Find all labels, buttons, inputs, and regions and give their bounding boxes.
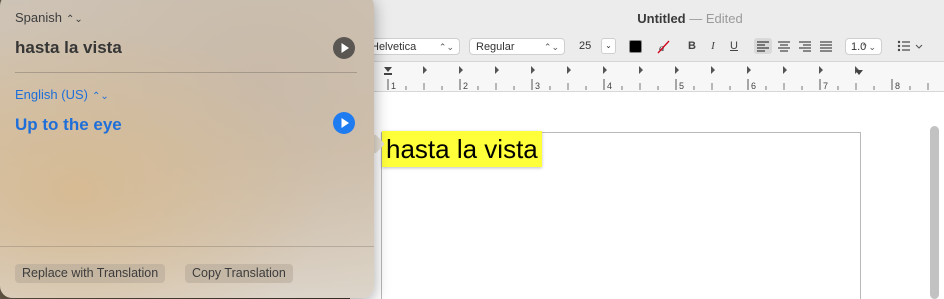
highlight-slash-icon: a bbox=[657, 40, 670, 54]
ruler-label: 8 bbox=[895, 81, 900, 91]
updown-chevron-icon: ⌃⌄ bbox=[65, 14, 83, 25]
translated-text: Up to the eye bbox=[15, 115, 122, 134]
target-language-select[interactable]: English (US) ⌃⌄ bbox=[15, 87, 109, 102]
list-bullets-button[interactable] bbox=[896, 38, 926, 55]
textedit-window: Untitled — Edited Helvetica ⌃⌄ Regular ⌃… bbox=[350, 0, 944, 299]
ruler-label: 2 bbox=[463, 81, 468, 91]
updown-chevron-icon: ⌃⌄ bbox=[860, 42, 876, 52]
font-style-value: Regular bbox=[476, 41, 515, 53]
bold-button[interactable]: B bbox=[685, 38, 699, 55]
divider bbox=[15, 72, 357, 73]
replace-with-translation-button[interactable]: Replace with Translation bbox=[15, 264, 166, 283]
updown-chevron-icon: ⌃⌄ bbox=[91, 91, 109, 102]
align-right-button[interactable] bbox=[796, 38, 814, 54]
tab-stop-marker bbox=[567, 66, 571, 74]
italic-button[interactable]: I bbox=[706, 38, 720, 55]
align-right-icon bbox=[799, 41, 811, 52]
left-indent-marker bbox=[384, 67, 392, 75]
tab-stop-marker bbox=[747, 66, 751, 74]
target-language-label: English (US) bbox=[15, 87, 88, 102]
document-name: Untitled bbox=[637, 11, 686, 26]
align-center-icon bbox=[778, 41, 790, 52]
source-language-label: Spanish bbox=[15, 10, 62, 25]
tab-stop-marker bbox=[783, 66, 787, 74]
ruler-label: 5 bbox=[679, 81, 684, 91]
font-size-field[interactable]: 25 ⌄ bbox=[574, 38, 617, 55]
line-spacing-select[interactable]: 1.0 ⌃⌄ bbox=[845, 38, 882, 55]
copy-translation-button[interactable]: Copy Translation bbox=[185, 264, 293, 283]
tab-stop-marker bbox=[531, 66, 535, 74]
play-icon bbox=[341, 118, 349, 128]
translation-popover: Spanish ⌃⌄ hasta la vista English (US) ⌃⌄ … bbox=[0, 0, 374, 298]
footer-divider bbox=[0, 246, 374, 247]
tab-stop-marker bbox=[495, 66, 499, 74]
align-left-icon bbox=[757, 41, 769, 52]
updown-chevron-icon: ⌃⌄ bbox=[543, 42, 559, 52]
align-justify-button[interactable] bbox=[817, 38, 835, 54]
font-family-select[interactable]: Helvetica ⌃⌄ bbox=[364, 38, 460, 55]
vertical-scrollbar[interactable] bbox=[930, 126, 939, 299]
ruler-scale: 1 2 3 4 5 6 7 8 bbox=[384, 66, 929, 91]
font-size-value: 25 bbox=[579, 40, 592, 52]
tab-stop-marker bbox=[603, 66, 607, 74]
play-source-button[interactable] bbox=[333, 37, 355, 59]
source-language-select[interactable]: Spanish ⌃⌄ bbox=[15, 10, 83, 25]
ruler-label: 3 bbox=[535, 81, 540, 91]
align-center-button[interactable] bbox=[775, 38, 793, 54]
desktop: Untitled — Edited Helvetica ⌃⌄ Regular ⌃… bbox=[0, 0, 944, 299]
document-status: Edited bbox=[705, 11, 743, 26]
font-family-value: Helvetica bbox=[371, 41, 417, 53]
underline-button[interactable]: U bbox=[727, 38, 741, 55]
chevron-down-icon[interactable]: ⌄ bbox=[601, 38, 616, 54]
source-text: hasta la vista bbox=[15, 38, 122, 57]
ruler-label: 6 bbox=[751, 81, 756, 91]
align-justify-icon bbox=[820, 41, 832, 52]
highlight-color-button[interactable]: a bbox=[656, 40, 670, 54]
tab-stop-marker bbox=[675, 66, 679, 74]
tab-stop-marker bbox=[423, 66, 427, 74]
ruler-label: 4 bbox=[607, 81, 612, 91]
font-style-select[interactable]: Regular ⌃⌄ bbox=[469, 38, 565, 55]
tab-stop-marker bbox=[639, 66, 643, 74]
window-title: Untitled — Edited bbox=[350, 11, 944, 26]
ruler[interactable]: 1 2 3 4 5 6 7 8 bbox=[350, 62, 944, 92]
align-left-button[interactable] bbox=[754, 38, 772, 54]
tab-stop-marker bbox=[711, 66, 715, 74]
tab-stop-marker bbox=[459, 66, 463, 74]
document-selected-text[interactable]: hasta la vista bbox=[382, 131, 542, 167]
ruler-label: 7 bbox=[823, 81, 828, 91]
play-translation-button[interactable] bbox=[333, 112, 355, 134]
text-color-well[interactable] bbox=[629, 40, 642, 53]
title-bar: Untitled — Edited Helvetica ⌃⌄ Regular ⌃… bbox=[350, 0, 944, 62]
updown-chevron-icon: ⌃⌄ bbox=[438, 42, 454, 52]
tab-stop-marker bbox=[819, 66, 823, 74]
title-separator: — bbox=[689, 11, 703, 26]
list-bullets-icon bbox=[897, 40, 923, 52]
play-icon bbox=[341, 43, 349, 53]
ruler-label: 1 bbox=[391, 81, 396, 91]
